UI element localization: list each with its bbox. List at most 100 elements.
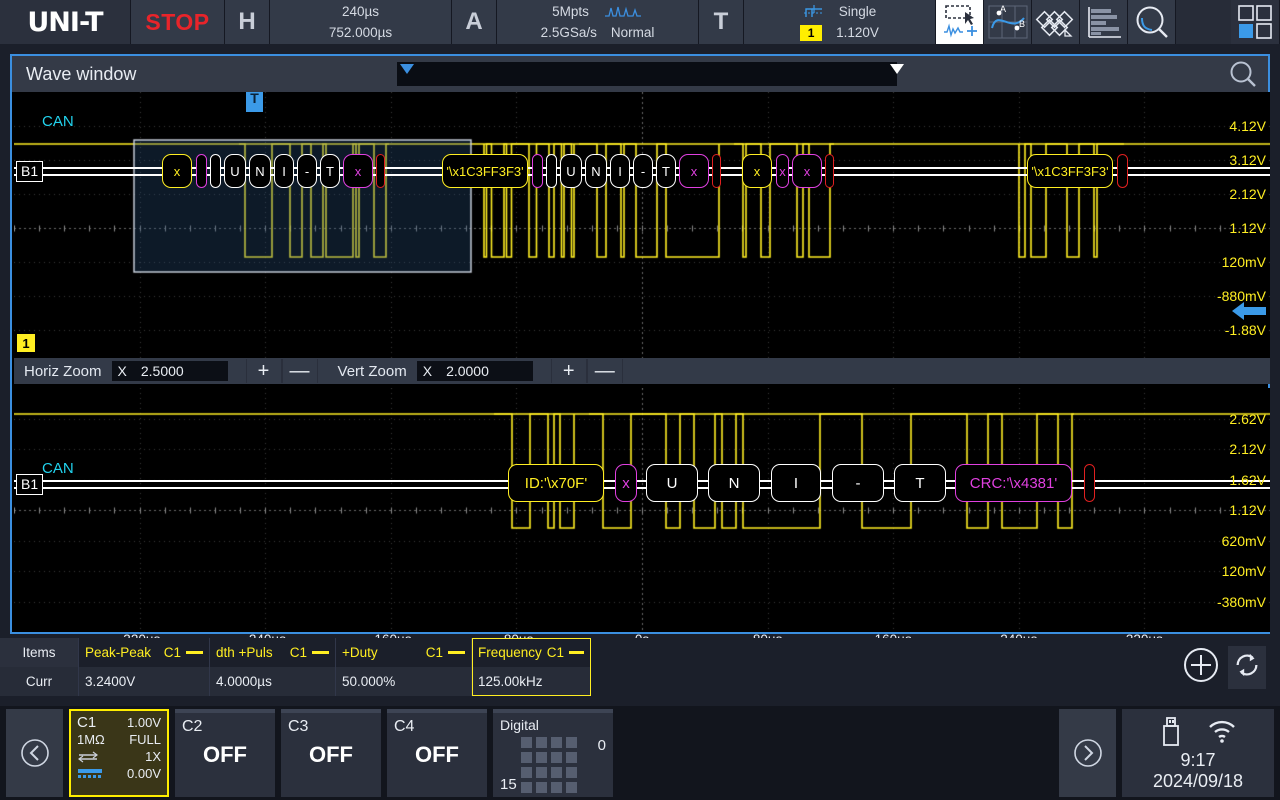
chevron-down-icon[interactable]: [400, 64, 414, 74]
svg-text:B: B: [1019, 19, 1025, 29]
measurement-bar: Items Curr Peak-PeakC13.2400Vdth +PulsC1…: [0, 638, 1280, 696]
lower-waveform-plot[interactable]: CAN B1 ID:'\x70F'xUNI-TCRC:'\x4381' 2.62…: [14, 388, 1270, 632]
select-region-icon[interactable]: [936, 0, 984, 44]
decode-bubble[interactable]: [532, 154, 543, 188]
decode-bubble[interactable]: I: [771, 464, 821, 502]
decode-bubble[interactable]: x: [679, 154, 709, 188]
horizontal-settings[interactable]: 240µs 752.000µs: [270, 0, 452, 44]
c1-impedance: 1MΩ: [77, 732, 105, 747]
zoom-search-icon[interactable]: [1128, 0, 1176, 44]
vert-zoom-field[interactable]: X 2.0000: [417, 361, 533, 381]
vert-zoom-decrease-button[interactable]: —: [587, 359, 623, 383]
decode-bubble[interactable]: -: [633, 154, 653, 188]
horiz-zoom-increase-button[interactable]: +: [246, 359, 282, 383]
topbar-empty-area: [1176, 0, 1231, 44]
channel-offset-marker[interactable]: 1: [17, 334, 35, 352]
cursor-ab-icon[interactable]: A B: [984, 0, 1032, 44]
measure-bars-icon[interactable]: [1080, 0, 1128, 44]
decode-bubble[interactable]: [196, 154, 207, 188]
vert-zoom-prefix: X: [423, 363, 432, 379]
acquire-icon[interactable]: A: [452, 0, 497, 44]
decode-icon[interactable]: [1032, 0, 1080, 44]
decode-bubble[interactable]: U: [224, 154, 246, 188]
decode-bubble[interactable]: -: [297, 154, 317, 188]
measurement-value: 125.00kHz: [472, 667, 590, 696]
system-status-area[interactable]: 9:17 2024/09/18: [1122, 709, 1274, 797]
trigger-icon[interactable]: T: [699, 0, 744, 44]
measurement-column[interactable]: dth +PulsC14.0000µs: [210, 638, 336, 696]
measurement-column[interactable]: +DutyC150.000%: [336, 638, 472, 696]
decode-bubble[interactable]: ID:'\x70F': [508, 464, 604, 502]
decode-bubble[interactable]: [712, 154, 721, 188]
measurement-color-dash: [312, 651, 329, 654]
decode-bubble[interactable]: x: [162, 154, 192, 188]
channel-card-c4[interactable]: C4 OFF: [387, 709, 487, 797]
magnifier-icon[interactable]: [1228, 59, 1258, 89]
chevron-down-right-icon[interactable]: [890, 64, 904, 74]
horiz-zoom-label: Horiz Zoom: [14, 363, 112, 380]
wave-window-panel: Wave window T 1 CAN B1 xUNI-Tx'\x1C3FF3F…: [10, 54, 1270, 634]
decode-bubble[interactable]: N: [249, 154, 271, 188]
decode-bubble[interactable]: T: [320, 154, 340, 188]
trigger-settings[interactable]: Single 1 1.120V: [744, 0, 936, 44]
measurement-current-label: Curr: [0, 667, 78, 696]
decode-bubble[interactable]: I: [274, 154, 294, 188]
horizontal-icon[interactable]: H: [225, 0, 270, 44]
decode-bubble[interactable]: [210, 154, 221, 188]
decode-bubble[interactable]: U: [560, 154, 582, 188]
chevron-right-icon[interactable]: [1059, 709, 1116, 797]
wave-window-dropdown[interactable]: [397, 62, 897, 86]
c1-probe: 1X: [145, 749, 161, 764]
level-cursor-icon[interactable]: [1230, 297, 1268, 325]
decode-bubble[interactable]: [1084, 464, 1095, 502]
measurement-color-dash: [448, 651, 465, 654]
decode-bubble[interactable]: x: [776, 154, 789, 188]
decode-bubble[interactable]: x: [615, 464, 637, 502]
decode-bubble[interactable]: x: [792, 154, 822, 188]
decode-bubble[interactable]: -: [832, 464, 884, 502]
trigger-position-marker[interactable]: T: [246, 92, 263, 112]
decode-bubble[interactable]: T: [894, 464, 946, 502]
decode-bubble[interactable]: N: [708, 464, 760, 502]
decode-bubble[interactable]: '\x1C3FF3F3': [442, 154, 528, 188]
decode-bubble[interactable]: x: [343, 154, 373, 188]
channel-card-c2[interactable]: C2 OFF: [175, 709, 275, 797]
svg-text:A: A: [1000, 4, 1006, 14]
decode-bubble[interactable]: I: [610, 154, 630, 188]
acquire-settings[interactable]: 5Mpts 2.5GSa/s Normal: [497, 0, 699, 44]
decode-bubble[interactable]: [546, 154, 557, 188]
lower-plot-waveform: [14, 388, 1270, 632]
horiz-zoom-field[interactable]: X 2.5000: [112, 361, 228, 381]
measurement-column[interactable]: Peak-PeakC13.2400V: [79, 638, 210, 696]
y-tick-label: 2.12V: [1229, 186, 1266, 202]
digital-channel-dots: [521, 737, 577, 793]
lower-decode-row: ID:'\x70F' xUNI-TCRC:'\x4381': [14, 464, 1270, 508]
decode-bubble[interactable]: U: [646, 464, 698, 502]
y-tick-label: 1.12V: [1229, 220, 1266, 236]
decode-bubble[interactable]: [825, 154, 834, 188]
digital-channels-card[interactable]: Digital 0 15: [493, 709, 613, 797]
run-stop-button[interactable]: STOP: [131, 0, 225, 44]
horiz-zoom-decrease-button[interactable]: —: [282, 359, 318, 383]
measurement-items-header: Items: [0, 638, 78, 667]
vert-zoom-increase-button[interactable]: +: [551, 359, 587, 383]
decode-bubble[interactable]: N: [585, 154, 607, 188]
acquire-memory: 5Mpts: [552, 4, 589, 19]
trigger-mode: Single: [839, 4, 877, 19]
decode-bubble[interactable]: [1117, 154, 1128, 188]
decode-bubble[interactable]: x: [742, 154, 772, 188]
channel-card-c1[interactable]: C1 1.00V 1MΩ FULL 1X: [69, 709, 169, 797]
measurement-column[interactable]: FrequencyC1125.00kHz: [472, 638, 591, 696]
decode-bubble[interactable]: '\x1C3FF3F3': [1027, 154, 1113, 188]
run-stop-label: STOP: [145, 9, 209, 36]
upper-waveform-plot[interactable]: T 1 CAN B1 xUNI-Tx'\x1C3FF3F3'UNI-Txxxx'…: [14, 92, 1270, 364]
layout-grid-icon[interactable]: [1231, 0, 1280, 44]
chevron-left-icon[interactable]: [6, 709, 63, 797]
coupling-dc-icon: [77, 751, 99, 763]
add-measurement-icon[interactable]: [1182, 646, 1220, 689]
refresh-statistics-icon[interactable]: [1228, 646, 1266, 689]
decode-bubble[interactable]: [376, 154, 385, 188]
decode-bubble[interactable]: CRC:'\x4381': [955, 464, 1072, 502]
decode-bubble[interactable]: T: [656, 154, 676, 188]
channel-card-c3[interactable]: C3 OFF: [281, 709, 381, 797]
